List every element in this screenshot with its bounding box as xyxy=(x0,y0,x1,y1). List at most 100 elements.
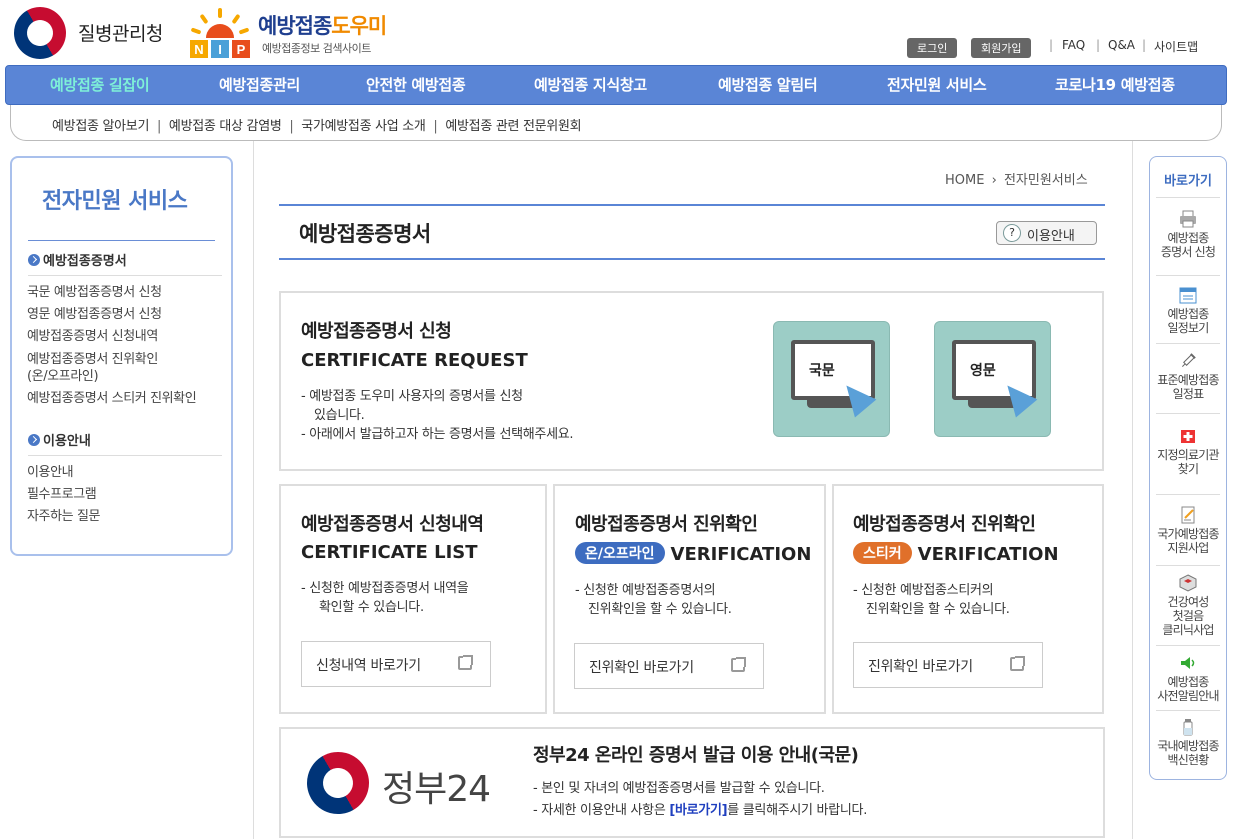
gnb-item-notice[interactable]: 예방접종 알림터 xyxy=(718,74,818,95)
quick-item-label: 첫걸음 xyxy=(1172,609,1205,623)
card-eng-label: VERIFICATION xyxy=(670,544,812,565)
gnb-item-knowledge[interactable]: 예방접종 지식창고 xyxy=(534,74,647,95)
speaker-icon xyxy=(1181,657,1195,669)
side-nav-section-label: 예방접종증명서 xyxy=(43,254,127,269)
side-nav-item-sticker-verification[interactable]: 예방접종증명서 스티커 진위확인 xyxy=(27,390,197,408)
side-nav-title-line xyxy=(28,240,215,241)
request-desc-line: 있습니다. xyxy=(314,408,365,423)
english-certificate-button[interactable]: 영문 xyxy=(934,321,1051,437)
english-label: 영문 xyxy=(970,363,996,379)
gnb-item-guide[interactable]: 예방접종 길잡이 xyxy=(50,74,150,95)
divider xyxy=(1156,343,1220,344)
gnb-item-safe[interactable]: 안전한 예방접종 xyxy=(366,74,466,95)
site-name[interactable]: 예방접종도우미 xyxy=(258,10,387,40)
gov24-logo-text: 정부24 xyxy=(382,769,491,810)
side-nav-item-korean-request[interactable]: 국문 예방접종증명서 신청 xyxy=(27,284,162,302)
faq-link[interactable]: FAQ xyxy=(1062,38,1085,52)
qa-link[interactable]: Q&A xyxy=(1108,38,1135,52)
quick-item-hospital[interactable]: 지정의료기관 찾기 xyxy=(1149,427,1227,476)
side-nav-section-guide[interactable]: 이용안내 xyxy=(28,430,91,449)
quick-item-standard-schedule[interactable]: 표준예방접종 일정표 xyxy=(1149,352,1227,401)
sub-nav-divider: | xyxy=(156,119,162,134)
site-subtitle: 예방접종정보 검색사이트 xyxy=(262,42,371,55)
gnb-item-eservice[interactable]: 전자민원 서비스 xyxy=(887,74,987,95)
card-desc-line: - 신청한 예방접종증명서의 xyxy=(575,583,716,598)
quick-item-label: 지원사업 xyxy=(1167,541,1210,555)
card-title: 예방접종증명서 진위확인 xyxy=(853,514,1036,535)
side-nav-section-label: 이용안내 xyxy=(43,434,91,449)
quick-item-vaccine-status[interactable]: 국내예방접종 백신현황 xyxy=(1149,718,1227,767)
side-nav-item-request-list[interactable]: 예방접종증명서 신청내역 xyxy=(27,328,158,346)
divider xyxy=(28,275,222,276)
divider xyxy=(1156,645,1220,646)
side-nav-item-verification[interactable]: 예방접종증명서 진위확인 xyxy=(27,351,158,369)
util-divider: | xyxy=(1142,38,1147,52)
button-label: 진위확인 바로가기 xyxy=(868,659,973,675)
quick-item-pre-alert[interactable]: 예방접종 사전알림안내 xyxy=(1149,654,1227,703)
nip-logo-icon[interactable]: N I P xyxy=(188,6,252,60)
divider xyxy=(28,455,222,456)
quick-item-label: 증명서 신청 xyxy=(1160,245,1216,259)
divider xyxy=(1156,275,1220,276)
document-icon xyxy=(1181,506,1195,524)
external-link-icon xyxy=(1010,656,1025,671)
side-nav-item-english-request[interactable]: 영문 예방접종증명서 신청 xyxy=(27,306,162,324)
quick-item-schedule[interactable]: 예방접종 일정보기 xyxy=(1149,286,1227,335)
external-link-icon xyxy=(458,655,473,670)
printer-icon xyxy=(1180,210,1196,228)
quick-item-cert-request[interactable]: 예방접종 증명서 신청 xyxy=(1149,210,1227,259)
quick-item-label: 사전알림안내 xyxy=(1157,689,1219,703)
card-eng-title: 온/오프라인 VERIFICATION xyxy=(575,542,811,565)
hospital-icon xyxy=(1181,430,1195,443)
usage-guide-button[interactable]: ? 이용안내 xyxy=(996,221,1097,245)
korean-certificate-button[interactable]: 국문 xyxy=(773,321,890,437)
calendar-icon xyxy=(1179,287,1197,304)
divider xyxy=(1156,197,1220,198)
gnb-item-management[interactable]: 예방접종관리 xyxy=(219,74,300,95)
side-nav-section-cert[interactable]: 예방접종증명서 xyxy=(28,250,127,269)
quick-item-label: 국가예방접종 xyxy=(1157,527,1219,541)
sub-nav-item[interactable]: 예방접종 알아보기 xyxy=(52,119,149,134)
sub-nav-item[interactable]: 국가예방접종 사업 소개 xyxy=(301,119,426,134)
request-desc-line: - 예방접종 도우미 사용자의 증명서를 신청 xyxy=(301,389,523,404)
side-nav-item-programs[interactable]: 필수프로그램 xyxy=(27,486,97,504)
quick-item-label: 백신현황 xyxy=(1167,753,1210,767)
card-desc-line: - 신청한 예방접종스티커의 xyxy=(853,583,994,598)
site-name-highlight: 도우미 xyxy=(331,14,387,38)
side-nav-item-verification-sub[interactable]: (온/오프라인) xyxy=(27,368,99,386)
korean-label: 국문 xyxy=(809,363,835,379)
agency-name[interactable]: 질병관리청 xyxy=(78,19,163,46)
join-button[interactable]: 회원가입 xyxy=(971,38,1032,58)
quick-item-national-program[interactable]: 국가예방접종 지원사업 xyxy=(1149,506,1227,555)
quick-item-label: 예방접종 xyxy=(1167,231,1210,245)
site-name-part: 예방접종 xyxy=(258,14,332,38)
breadcrumb-home[interactable]: HOME xyxy=(945,173,984,188)
sub-nav-item[interactable]: 예방접종 대상 감염병 xyxy=(169,119,282,134)
sticker-verification-link-button[interactable]: 진위확인 바로가기 xyxy=(853,642,1043,688)
util-divider: | xyxy=(1096,38,1101,52)
quick-item-women-health[interactable]: 건강여성 첫걸음 클리닉사업 xyxy=(1149,574,1227,637)
side-nav-item-guide[interactable]: 이용안내 xyxy=(27,464,74,482)
vial-icon xyxy=(1183,719,1193,736)
side-nav-item-faq[interactable]: 자주하는 질문 xyxy=(27,508,100,526)
kdca-emblem-icon[interactable] xyxy=(4,0,76,69)
request-list-link-button[interactable]: 신청내역 바로가기 xyxy=(301,641,491,687)
gnb-item-covid[interactable]: 코로나19 예방접종 xyxy=(1055,74,1175,95)
arrow-circle-icon xyxy=(28,434,40,446)
quick-item-label: 일정표 xyxy=(1172,387,1205,401)
card-title: 예방접종증명서 신청내역 xyxy=(301,514,484,535)
request-eng-title: CERTIFICATE REQUEST xyxy=(301,350,528,371)
online-offline-badge: 온/오프라인 xyxy=(575,542,665,564)
request-desc-line: - 아래에서 발급하고자 하는 증명서를 선택해주세요. xyxy=(301,427,574,442)
card-title: 예방접종증명서 진위확인 xyxy=(575,514,758,535)
gov24-shortcut-link[interactable]: [바로가기] xyxy=(669,803,727,818)
login-button[interactable]: 로그인 xyxy=(907,38,958,58)
verification-link-button[interactable]: 진위확인 바로가기 xyxy=(574,643,764,689)
sub-nav-item[interactable]: 예방접종 관련 전문위원회 xyxy=(445,119,581,134)
request-title: 예방접종증명서 신청 xyxy=(301,321,452,342)
quick-item-label: 표준예방접종 xyxy=(1157,373,1219,387)
sitemap-link[interactable]: 사이트맵 xyxy=(1154,38,1198,55)
quick-item-label: 국내예방접종 xyxy=(1157,739,1219,753)
quick-item-label: 건강여성 xyxy=(1167,595,1210,609)
syringe-icon xyxy=(1181,353,1196,368)
